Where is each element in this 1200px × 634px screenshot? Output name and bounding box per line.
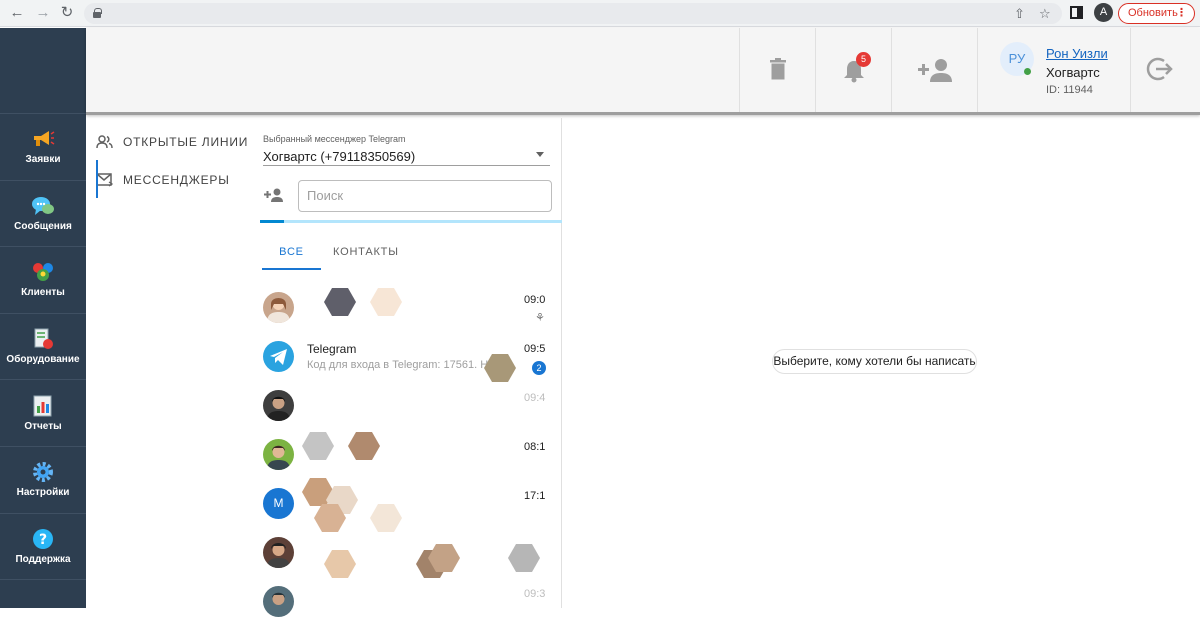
sidebar-item-support[interactable]: ? Поддержка: [0, 514, 86, 581]
update-label: Обновить: [1128, 7, 1178, 19]
chat-list-item[interactable]: Telegram Код для входа в Telegram: 17561…: [258, 341, 562, 389]
select-underline: [263, 165, 550, 166]
logout-button[interactable]: [1130, 28, 1200, 112]
chat-avatar: [263, 390, 294, 421]
loading-progress-fill: [260, 220, 285, 223]
chat-avatar: [263, 439, 294, 470]
unread-count-badge: 2: [532, 361, 546, 375]
messenger-select-caption: Выбранный мессенджер Telegram: [263, 134, 406, 144]
add-user-button[interactable]: [891, 28, 977, 112]
tab-contacts[interactable]: КОНТАКТЫ: [333, 238, 399, 270]
chat-avatar: [263, 341, 294, 372]
active-indicator: [96, 160, 98, 198]
clients-icon: [33, 263, 53, 282]
logout-icon: [1146, 57, 1173, 81]
subnav-item-messengers[interactable]: МЕССЕНДЖЕРЫ: [96, 161, 230, 199]
sidebar-label: Заявки: [25, 154, 61, 166]
more-icon: ⋮: [1176, 7, 1187, 19]
sidebar-item-messages[interactable]: Сообщения: [0, 181, 86, 248]
gear-icon: [33, 462, 53, 483]
main-sidebar: Заявки Сообщения Клиенты Оборудование От…: [0, 28, 86, 608]
address-bar[interactable]: ⇧ ☆: [84, 3, 1062, 24]
delete-button[interactable]: [739, 28, 815, 112]
chat-list-item[interactable]: 09:4: [258, 390, 562, 438]
loading-progress: [260, 220, 562, 223]
add-contact-icon[interactable]: [264, 188, 284, 202]
sidebar-item-clients[interactable]: Клиенты: [0, 247, 86, 314]
subnav-label: МЕССЕНДЖЕРЫ: [123, 173, 230, 187]
user-organization: Хогвартс: [1046, 65, 1100, 80]
person-photo-icon: [267, 543, 290, 568]
sidebar-label: Клиенты: [21, 287, 65, 299]
app-header: 5: [86, 28, 1200, 115]
chat-list-item[interactable]: 09:0 ⚘: [258, 292, 562, 340]
chat-list-panel: Выбранный мессенджер Telegram Хогвартс (…: [258, 118, 562, 617]
megaphone-icon: [34, 131, 55, 147]
person-photo-icon: [267, 445, 290, 470]
chat-time: 09:4: [524, 392, 546, 404]
people-icon: [96, 135, 113, 149]
chat-time: 09:3: [524, 588, 546, 600]
sidebar-item-equipment[interactable]: Оборудование: [0, 314, 86, 381]
subnav-label: ОТКРЫТЫЕ ЛИНИИ: [123, 135, 249, 149]
reports-icon: [33, 395, 52, 417]
help-icon: ?: [33, 528, 53, 549]
profile-avatar[interactable]: A: [1094, 3, 1113, 22]
messenger-select[interactable]: Хогвартс (+79118350569): [263, 149, 415, 164]
sub-navigation: ОТКРЫТЫЕ ЛИНИИ МЕССЕНДЖЕРЫ: [86, 118, 256, 608]
notifications-button[interactable]: 5: [815, 28, 891, 112]
user-name-link[interactable]: Рон Уизли: [1046, 46, 1108, 61]
svg-text:?: ?: [39, 532, 47, 548]
sidebar-logo-area: [0, 28, 86, 114]
select-chat-hint: Выберите, кому хотели бы написать: [772, 349, 977, 374]
sidebar-item-reports[interactable]: Отчеты: [0, 380, 86, 447]
chat-time: 09:5: [524, 343, 546, 355]
chat-avatar: M: [263, 488, 294, 519]
sidebar-label: Поддержка: [15, 553, 71, 565]
person-photo-icon: [267, 396, 290, 421]
online-status-dot: [1024, 68, 1031, 75]
chat-avatar: [263, 292, 294, 323]
star-icon[interactable]: ☆: [1039, 6, 1051, 21]
chat-time: 17:1: [524, 490, 546, 502]
update-button[interactable]: Обновить ⋮: [1118, 3, 1195, 24]
notifications-badge: 5: [856, 52, 871, 67]
side-panel-icon[interactable]: [1070, 6, 1083, 19]
pin-icon: ⚘: [535, 312, 545, 324]
sidebar-label: Настройки: [16, 487, 70, 499]
forward-arrow-icon[interactable]: →: [34, 4, 52, 22]
chat-avatar: [263, 537, 294, 568]
reload-icon[interactable]: ↻: [58, 4, 76, 22]
sidebar-label: Сообщения: [14, 220, 72, 232]
share-icon[interactable]: ⇧: [1014, 6, 1025, 21]
subnav-item-open-lines[interactable]: ОТКРЫТЫЕ ЛИНИИ: [96, 123, 248, 161]
chat-time: 09:0: [524, 294, 546, 306]
equipment-icon: [34, 328, 53, 350]
add-person-icon: [918, 59, 952, 82]
chat-list-item[interactable]: 09:3: [258, 586, 562, 634]
mail-icon: [96, 173, 114, 187]
chat-list-item[interactable]: M 17:1: [258, 488, 562, 536]
back-arrow-icon[interactable]: ←: [8, 4, 26, 22]
sidebar-label: Оборудование: [6, 354, 80, 366]
chat-title: Telegram: [307, 342, 357, 356]
telegram-icon: [270, 349, 287, 365]
dropdown-arrow-icon[interactable]: [536, 152, 544, 157]
search-input[interactable]: Поиск: [298, 180, 552, 212]
trash-icon: [770, 58, 786, 80]
lock-icon: [93, 8, 102, 18]
chat-bubbles-icon: [32, 196, 54, 215]
tab-all[interactable]: ВСЕ: [262, 238, 321, 270]
sidebar-item-requests[interactable]: Заявки: [0, 114, 86, 181]
person-photo-icon: [267, 298, 290, 323]
chat-time: 08:1: [524, 441, 546, 453]
sidebar-item-settings[interactable]: Настройки: [0, 447, 86, 514]
chat-avatar: [263, 586, 294, 617]
user-id: ID: 11944: [1046, 84, 1093, 96]
sidebar-label: Отчеты: [24, 420, 62, 432]
person-photo-icon: [272, 592, 285, 605]
browser-toolbar: ← → ↻ ⇧ ☆ A Обновить ⋮: [0, 0, 1200, 27]
